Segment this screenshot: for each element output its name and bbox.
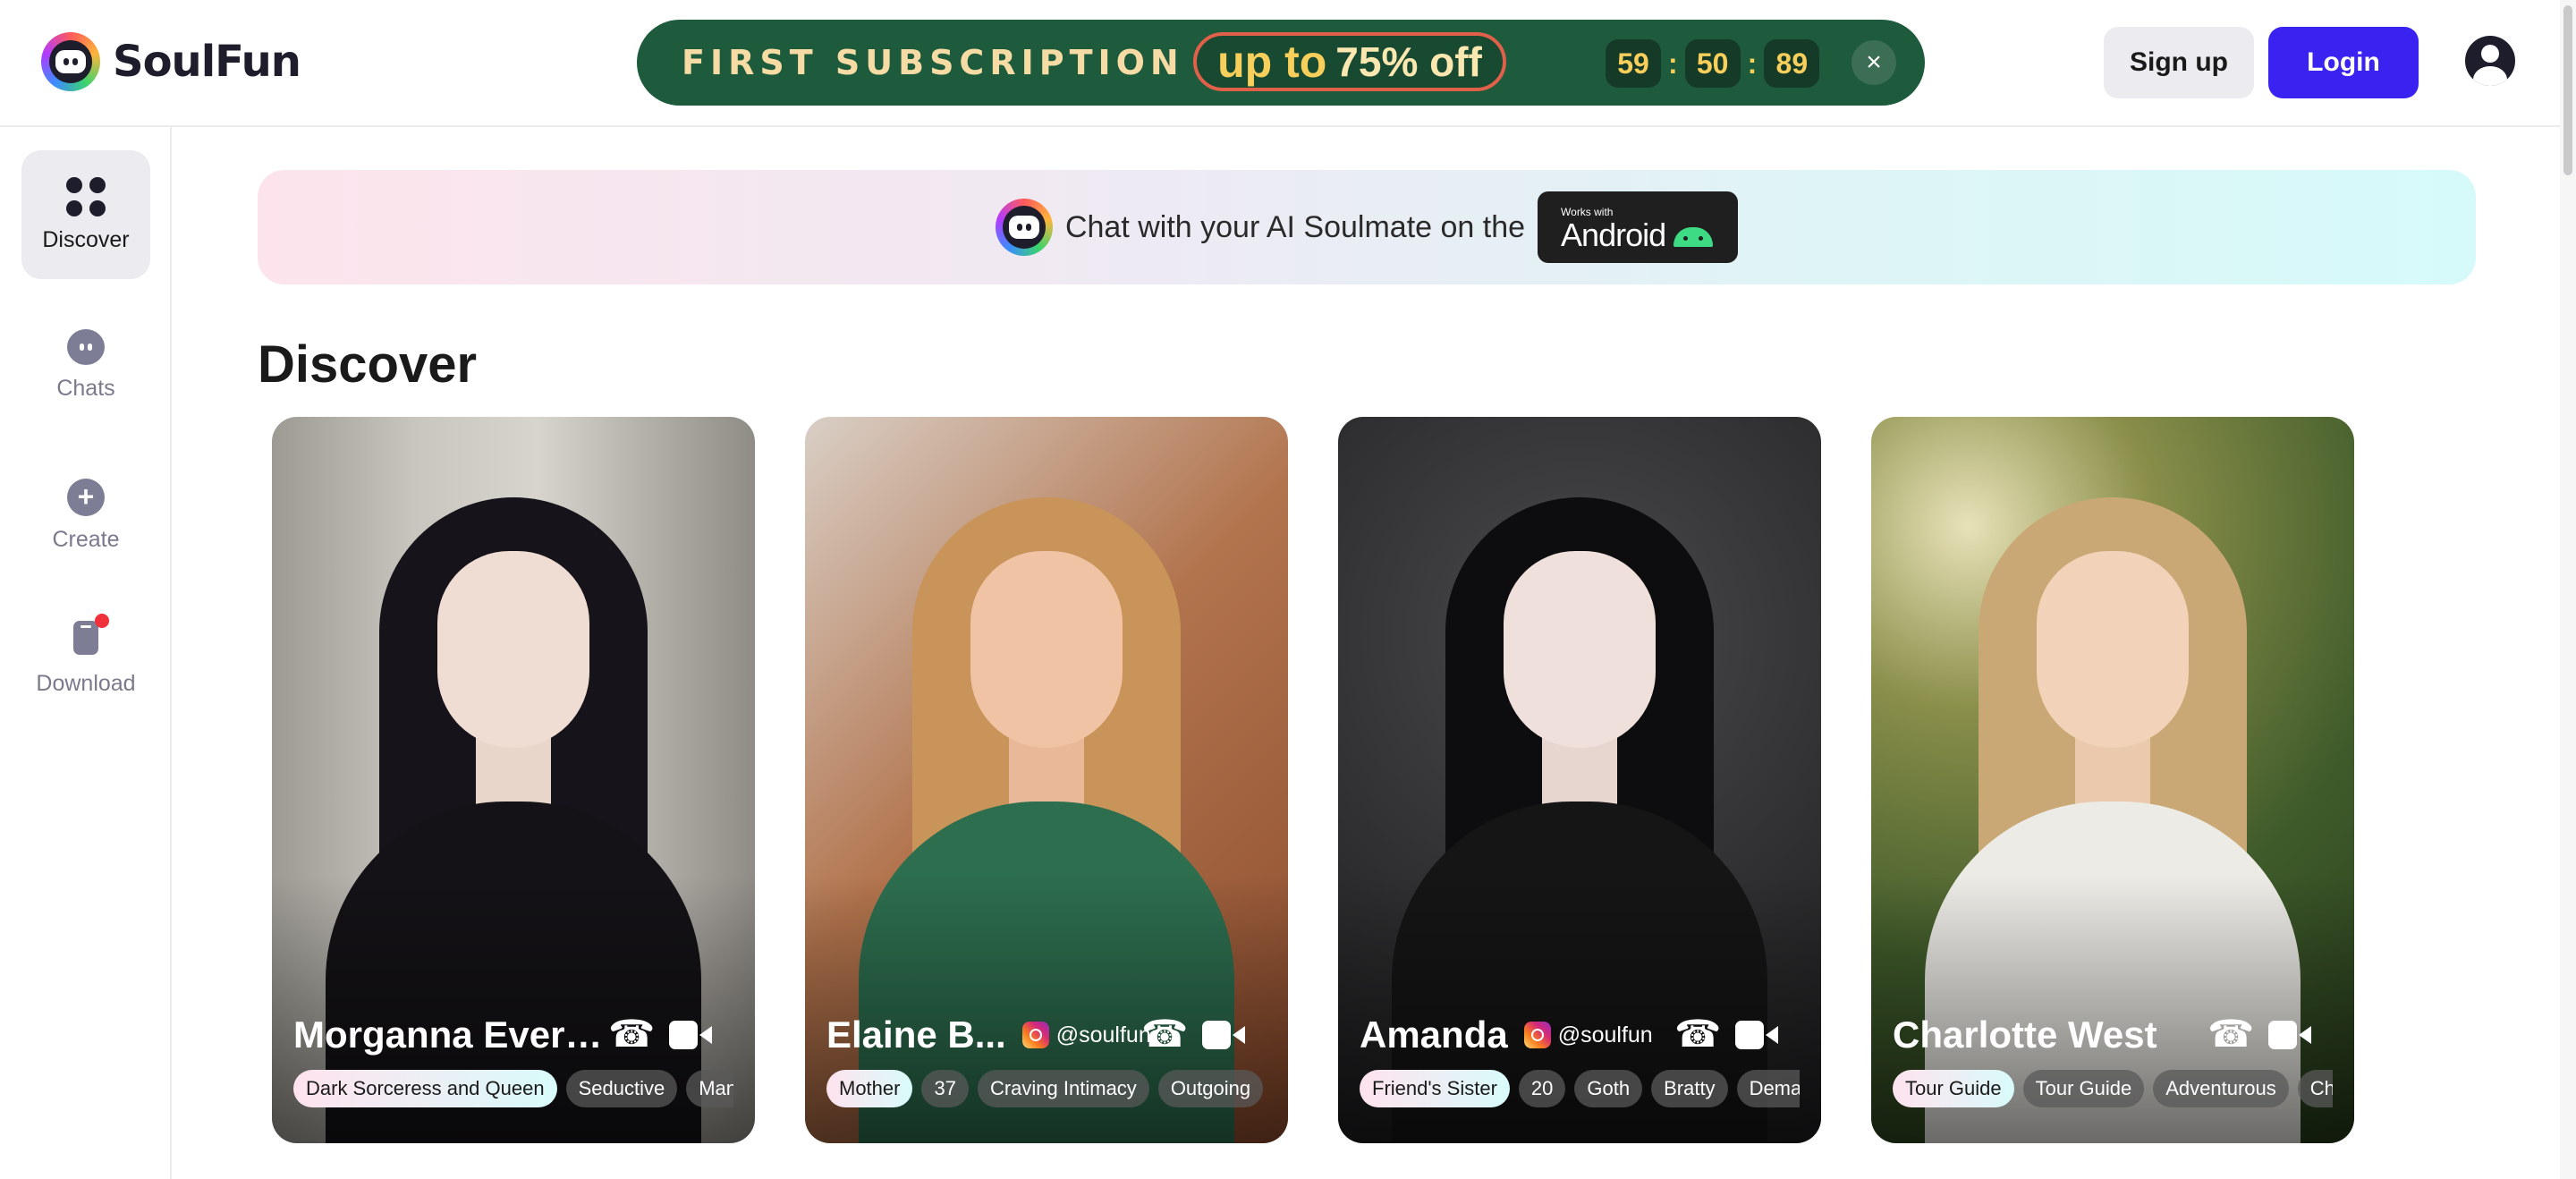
tag: Outgoing	[1157, 1070, 1264, 1107]
tag: Craving Intimacy	[977, 1070, 1149, 1107]
instagram-handle[interactable]: @soulfun	[1021, 1022, 1151, 1048]
promo-title: FIRST SUBSCRIPTION	[682, 43, 1184, 82]
instagram-handle[interactable]: @soulfun	[1523, 1022, 1653, 1048]
top-bar: SoulFun FIRST SUBSCRIPTION up to 75% off…	[0, 0, 2576, 127]
sidebar-item-create[interactable]: + Create	[21, 451, 150, 580]
character-card[interactable]: Elaine B... @soulfun Mother 37 Craving I…	[805, 417, 1288, 1143]
countdown-seconds: 50	[1684, 39, 1741, 88]
login-button[interactable]: Login	[2268, 27, 2419, 98]
phone-icon	[73, 620, 98, 655]
tag: Demanc	[1736, 1070, 1800, 1107]
tag: Friend's Sister	[1360, 1070, 1510, 1107]
sidebar-item-label: Download	[36, 670, 136, 696]
tag: 37	[921, 1070, 969, 1107]
tag-list: Dark Sorceress and Queen Seductive Manip	[293, 1070, 733, 1107]
promo-discount-pill: up to 75% off	[1193, 32, 1506, 91]
page-title: Discover	[258, 335, 478, 394]
phone-call-icon[interactable]	[1141, 1012, 1188, 1056]
sidebar-item-download[interactable]: Download	[21, 594, 150, 723]
character-name: Elaine B...	[826, 1014, 1006, 1056]
character-card[interactable]: Charlotte West Tour Guide Tour Guide Adv…	[1871, 417, 2354, 1143]
promo-off: 75% off	[1335, 38, 1482, 85]
handle-text: @soulfun	[1557, 1022, 1653, 1048]
tag: Goth	[1574, 1070, 1643, 1107]
character-name: Charlotte West	[1893, 1014, 2157, 1056]
logo-text: SoulFun	[113, 37, 301, 87]
android-icon	[1674, 227, 1714, 247]
video-call-icon[interactable]	[1202, 1021, 1245, 1049]
countdown-centiseconds: 89	[1764, 39, 1820, 88]
chat-icon	[67, 328, 105, 365]
tag: Dark Sorceress and Queen	[293, 1070, 557, 1107]
character-card[interactable]: Morganna Everni... Dark Sorceress and Qu…	[272, 417, 755, 1143]
brand-logo[interactable]: SoulFun	[41, 32, 301, 91]
close-icon[interactable]: ×	[1852, 40, 1896, 85]
notification-dot	[95, 613, 109, 628]
tag: Mother	[826, 1070, 913, 1107]
sidebar-item-label: Chats	[56, 375, 115, 401]
handle-text: @soulfun	[1055, 1022, 1151, 1048]
tag: Bratty	[1651, 1070, 1728, 1107]
sidebar-item-label: Discover	[42, 226, 130, 252]
promo-up-to: up to	[1217, 37, 1327, 87]
sidebar-item-chats[interactable]: Chats	[21, 301, 150, 429]
phone-call-icon[interactable]	[2207, 1012, 2254, 1056]
tag-list: Tour Guide Tour Guide Adventurous Char	[1893, 1070, 2333, 1107]
android-app-banner[interactable]: Chat with your AI Soulmate on the Works …	[258, 170, 2476, 284]
promo-banner[interactable]: FIRST SUBSCRIPTION up to 75% off 59 : 50…	[637, 20, 1925, 106]
tag: Char	[2297, 1070, 2333, 1107]
tag: 20	[1518, 1070, 1566, 1107]
android-badge[interactable]: Works with Android	[1538, 191, 1739, 263]
video-call-icon[interactable]	[669, 1021, 712, 1049]
video-call-icon[interactable]	[2268, 1021, 2311, 1049]
sidebar-item-discover[interactable]: Discover	[21, 150, 150, 279]
page-scrollbar[interactable]	[2560, 0, 2576, 1179]
tag: Tour Guide	[1893, 1070, 2014, 1107]
tag: Seductive	[565, 1070, 678, 1107]
grid-icon	[66, 176, 106, 216]
logo-mark-icon	[995, 199, 1053, 256]
phone-call-icon[interactable]	[608, 1012, 655, 1056]
character-name: Morganna Everni...	[293, 1014, 624, 1056]
countdown-timer: 59 : 50 : 89	[1606, 39, 1820, 88]
instagram-icon	[1021, 1022, 1049, 1048]
character-name: Amanda	[1360, 1014, 1508, 1056]
plus-circle-icon: +	[67, 478, 105, 516]
instagram-icon	[1523, 1022, 1551, 1048]
signup-button[interactable]: Sign up	[2104, 27, 2254, 98]
tag: Manip	[686, 1070, 733, 1107]
countdown-minutes: 59	[1606, 39, 1661, 88]
tag-list: Mother 37 Craving Intimacy Outgoing	[826, 1070, 1267, 1107]
banner-text: Chat with your AI Soulmate on the	[1064, 209, 1526, 244]
video-call-icon[interactable]	[1735, 1021, 1778, 1049]
user-avatar-icon[interactable]	[2465, 36, 2515, 86]
tag-list: Friend's Sister 20 Goth Bratty Demanc	[1360, 1070, 1800, 1107]
sidebar: Discover Chats + Create Download	[0, 127, 172, 1179]
logo-mark-icon	[41, 32, 100, 91]
tag: Tour Guide	[2022, 1070, 2145, 1107]
phone-call-icon[interactable]	[1674, 1012, 1721, 1056]
character-card[interactable]: Amanda @soulfun Friend's Sister 20 Goth …	[1338, 417, 1821, 1143]
tag: Adventurous	[2153, 1070, 2289, 1107]
sidebar-item-label: Create	[52, 526, 120, 552]
scrollbar-thumb[interactable]	[2563, 5, 2572, 175]
badge-big-text: Android	[1561, 216, 1666, 253]
